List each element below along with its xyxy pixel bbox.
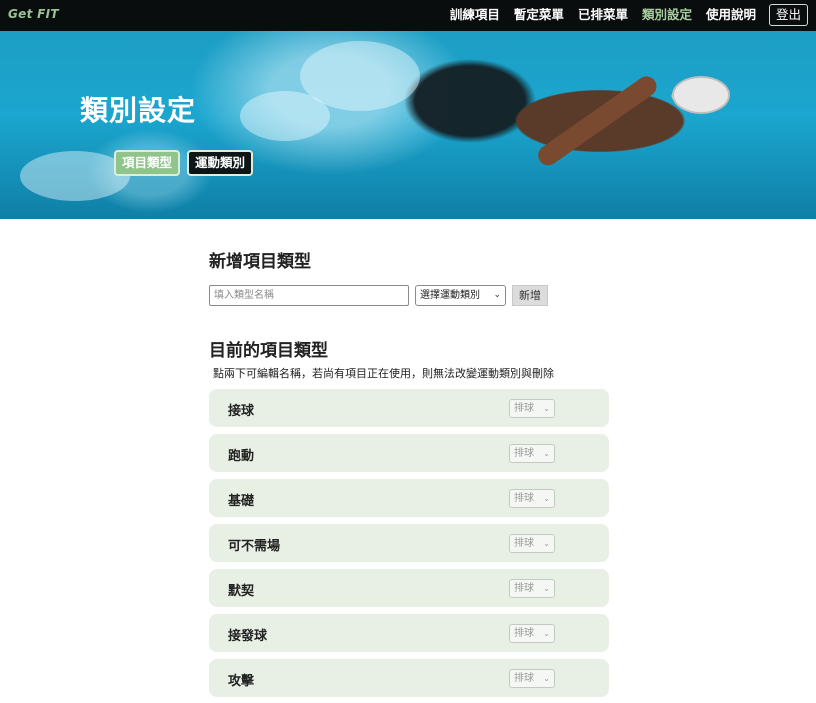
item-type-name[interactable]: 攻擊 [228, 670, 254, 689]
item-type-name[interactable]: 基礎 [228, 490, 254, 509]
item-type-name[interactable]: 可不需場 [228, 535, 280, 554]
chevron-down-icon: ⌄ [493, 290, 501, 300]
item-category-select: 排球 ⌄ [509, 624, 555, 643]
item-type-name[interactable]: 接發球 [228, 625, 267, 644]
sport-category-select-label: 選擇運動類別 [420, 290, 480, 301]
tab-item-types[interactable]: 項目類型 [114, 150, 181, 176]
list-item[interactable]: 攻擊 排球 ⌄ [209, 659, 609, 697]
add-section-title: 新增項目類型 [209, 252, 311, 272]
item-category-select: 排球 ⌄ [509, 444, 555, 463]
current-section-title: 目前的項目類型 [209, 341, 328, 361]
nav-links: 訓練項目 暫定菜單 已排菜單 類別設定 使用說明 登出 [436, 4, 808, 26]
item-type-name[interactable]: 接球 [228, 400, 254, 419]
page-title: 類別設定 [80, 94, 197, 127]
list-item[interactable]: 基礎 排球 ⌄ [209, 479, 609, 517]
type-name-input[interactable] [209, 285, 409, 306]
item-category-select: 排球 ⌄ [509, 399, 555, 418]
add-button[interactable]: 新增 [512, 285, 548, 306]
list-item[interactable]: 可不需場 排球 ⌄ [209, 524, 609, 562]
hero-swimmer-arm [534, 72, 661, 170]
nav-link-instructions[interactable]: 使用說明 [706, 4, 756, 26]
top-navbar: Get FIT 訓練項目 暫定菜單 已排菜單 類別設定 使用說明 登出 [0, 0, 816, 31]
sport-category-select[interactable]: 選擇運動類別 ⌄ [415, 285, 506, 306]
nav-link-draft-menu[interactable]: 暫定菜單 [514, 4, 564, 26]
chevron-down-icon: ⌄ [543, 494, 550, 503]
list-item[interactable]: 默契 排球 ⌄ [209, 569, 609, 607]
brand-logo[interactable]: Get FIT [8, 7, 59, 21]
list-item[interactable]: 跑動 排球 ⌄ [209, 434, 609, 472]
edit-hint: 點兩下可編輯名稱，若尚有項目正在使用，則無法改變運動類別與刪除 [213, 367, 554, 380]
item-type-name[interactable]: 默契 [228, 580, 254, 599]
nav-link-scheduled-menu[interactable]: 已排菜單 [578, 4, 628, 26]
item-category-value: 排球 [514, 628, 534, 639]
tab-sport-categories[interactable]: 運動類別 [187, 150, 254, 176]
item-type-name[interactable]: 跑動 [228, 445, 254, 464]
item-category-value: 排球 [514, 583, 534, 594]
item-category-value: 排球 [514, 493, 534, 504]
list-item[interactable]: 接發球 排球 ⌄ [209, 614, 609, 652]
chevron-down-icon: ⌄ [543, 539, 550, 548]
chevron-down-icon: ⌄ [543, 404, 550, 413]
item-category-value: 排球 [514, 403, 534, 414]
item-category-value: 排球 [514, 448, 534, 459]
list-item[interactable]: 接球 排球 ⌄ [209, 389, 609, 427]
hero-splash [240, 91, 330, 141]
nav-link-training-items[interactable]: 訓練項目 [450, 4, 500, 26]
logout-button[interactable]: 登出 [768, 4, 808, 26]
item-category-select: 排球 ⌄ [509, 669, 555, 688]
hero-banner: 類別設定 項目類型 運動類別 [0, 31, 816, 219]
nav-link-category-settings[interactable]: 類別設定 [642, 4, 692, 26]
item-category-value: 排球 [514, 538, 534, 549]
item-category-select: 排球 ⌄ [509, 489, 555, 508]
item-category-value: 排球 [514, 673, 534, 684]
chevron-down-icon: ⌄ [543, 449, 550, 458]
item-type-list: 接球 排球 ⌄ 跑動 排球 ⌄ 基礎 排球 ⌄ 可不需場 排球 ⌄ 默契 排球 ⌄ 接發球… [209, 389, 609, 703]
chevron-down-icon: ⌄ [543, 674, 550, 683]
hero-swimmer-cap [672, 76, 730, 114]
chevron-down-icon: ⌄ [543, 584, 550, 593]
item-category-select: 排球 ⌄ [509, 534, 555, 553]
item-category-select: 排球 ⌄ [509, 579, 555, 598]
chevron-down-icon: ⌄ [543, 629, 550, 638]
